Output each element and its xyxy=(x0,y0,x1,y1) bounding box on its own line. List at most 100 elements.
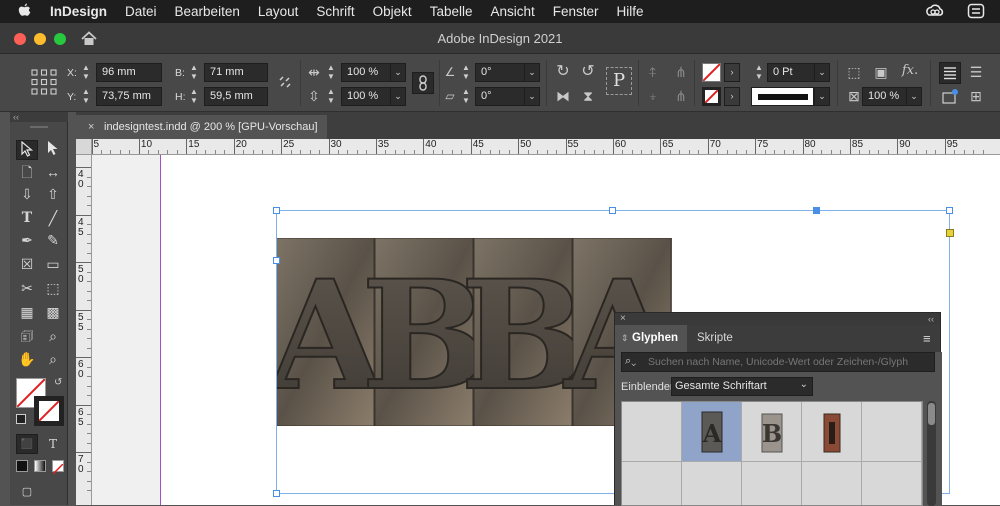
gradient-feather-tool-icon[interactable]: ▩ xyxy=(42,302,64,322)
select-content-icon[interactable]: ⍖ xyxy=(644,87,662,105)
content-aware-fit-icon[interactable] xyxy=(941,88,959,106)
menu-bearbeiten[interactable]: Bearbeiten xyxy=(166,4,249,19)
fill-swatch-icon[interactable] xyxy=(702,63,721,82)
swap-fill-stroke-icon[interactable]: ↺ xyxy=(54,378,64,388)
h-stepper[interactable]: ▲ ▼ xyxy=(188,87,200,106)
scale-x-dropdown[interactable]: ⌄ xyxy=(390,63,406,82)
show-dropdown[interactable]: Gesamte Schriftart ⌄ xyxy=(671,377,813,396)
page-tool-icon[interactable]: 🗋 xyxy=(16,162,38,182)
rotate-ccw-icon[interactable]: ↺ xyxy=(578,63,598,81)
menu-hilfe[interactable]: Hilfe xyxy=(608,4,653,19)
search-icon[interactable]: ⌕⌄ xyxy=(625,355,636,368)
shear-stepper[interactable]: ▲ ▼ xyxy=(460,87,472,106)
apply-gradient-icon[interactable] xyxy=(34,460,46,472)
opacity-field[interactable]: 100 % xyxy=(862,87,907,106)
menu-objekt[interactable]: Objekt xyxy=(364,4,421,19)
stroke-weight-field[interactable]: 0 Pt xyxy=(767,63,815,82)
corner-options-handle[interactable] xyxy=(946,229,954,237)
shear-dropdown[interactable]: ⌄ xyxy=(524,87,540,106)
stroke-swatch-icon[interactable] xyxy=(702,87,721,106)
x-stepper[interactable]: ▲ ▼ xyxy=(80,63,92,82)
close-tab-icon[interactable]: × xyxy=(88,115,94,139)
tab-skripte[interactable]: Skripte xyxy=(697,325,733,352)
scale-x-stepper[interactable]: ▲ ▼ xyxy=(325,63,337,82)
text-wrap-icon[interactable]: ☰ xyxy=(966,63,986,81)
vertical-ruler[interactable]: 4 0 4 5 5 0 5 5 6 0 6 5 7 0 xyxy=(76,155,92,505)
stroke-dropdown[interactable]: › xyxy=(724,87,740,106)
menu-fenster[interactable]: Fenster xyxy=(544,4,608,19)
pencil-tool-icon[interactable]: ✎ xyxy=(42,230,64,250)
horizontal-ruler[interactable]: 5 10 15 20 25 30 35 40 45 50 55 60 65 70 75 80 85 90 95 xyxy=(92,139,1000,155)
formatting-text-icon[interactable]: T xyxy=(42,434,64,454)
glyph-cell[interactable] xyxy=(802,462,862,505)
glyph-cell[interactable] xyxy=(862,462,922,505)
menu-layout[interactable]: Layout xyxy=(249,4,308,19)
flip-vertical-icon[interactable]: ⧗ xyxy=(578,87,598,105)
scrollbar-thumb[interactable] xyxy=(928,403,935,425)
panel-menu-icon[interactable]: ≡ xyxy=(923,325,931,352)
screen-mode-icon[interactable]: ▢ xyxy=(16,482,38,502)
select-next-icon[interactable]: ⋔ xyxy=(672,87,690,105)
menu-app-name[interactable]: InDesign xyxy=(41,4,116,19)
line-tool-icon[interactable]: ╱ xyxy=(42,208,64,228)
rectangle-tool-icon[interactable]: ▭ xyxy=(42,254,64,274)
glyph-cell[interactable] xyxy=(802,402,862,462)
control-center-icon[interactable] xyxy=(967,3,985,19)
stroke-type-dropdown[interactable]: ⌄ xyxy=(814,87,830,106)
gradient-swatch-tool-icon[interactable]: ▦ xyxy=(16,302,38,322)
glyph-cell[interactable] xyxy=(622,462,682,505)
effects-fx-icon[interactable]: fx. xyxy=(900,62,920,80)
formatting-container-icon[interactable]: ⬛ xyxy=(16,434,38,454)
selection-handle[interactable] xyxy=(273,207,280,214)
select-container-icon[interactable]: ⍏ xyxy=(644,63,662,81)
direct-selection-tool-icon[interactable] xyxy=(42,140,64,160)
reference-point-icon[interactable] xyxy=(30,68,58,96)
type-tool-icon[interactable]: T xyxy=(16,208,38,228)
shear-angle-field[interactable]: 0° xyxy=(475,87,525,106)
rotate-cw-icon[interactable]: ↻ xyxy=(553,63,573,81)
opacity-dropdown[interactable]: ⌄ xyxy=(906,87,922,106)
hand-tool-icon[interactable]: ✋ xyxy=(16,349,38,369)
glyph-grid-scrollbar[interactable] xyxy=(927,401,936,506)
selection-handle-active[interactable] xyxy=(813,207,820,214)
flip-horizontal-icon[interactable]: ⧓ xyxy=(553,87,573,105)
free-transform-tool-icon[interactable]: ⬚ xyxy=(42,278,64,298)
link-scale-icon[interactable] xyxy=(412,72,434,94)
corner-options-icon[interactable]: ⬚ xyxy=(845,63,863,81)
default-colors-icon[interactable] xyxy=(16,414,26,424)
scissors-tool-icon[interactable]: ✂ xyxy=(16,278,38,298)
width-field[interactable]: 71 mm xyxy=(204,63,268,82)
content-placer-icon[interactable]: ⇧ xyxy=(42,184,64,204)
rotation-dropdown[interactable]: ⌄ xyxy=(524,63,540,82)
glyph-cell[interactable] xyxy=(622,402,682,462)
collapse-panel-icon[interactable]: ‹‹ xyxy=(928,313,934,325)
y-position-field[interactable]: 73,75 mm xyxy=(96,87,162,106)
gap-tool-icon[interactable]: ↔ xyxy=(42,162,64,182)
fill-dropdown[interactable]: › xyxy=(724,63,740,82)
stroke-color-icon[interactable] xyxy=(34,396,64,426)
p-reference-icon[interactable]: P xyxy=(606,67,632,95)
apply-color-icon[interactable] xyxy=(16,460,28,472)
menu-schrift[interactable]: Schrift xyxy=(307,4,363,19)
eyedropper-tool-icon[interactable]: ⌕ xyxy=(42,326,64,346)
stroke-weight-stepper[interactable]: ▲ ▼ xyxy=(753,63,765,82)
content-collector-icon[interactable]: ⇩ xyxy=(16,184,38,204)
glyph-cell[interactable]: B xyxy=(742,402,802,462)
tools-collapse-icon[interactable]: ‹‹ xyxy=(10,112,68,122)
glyph-cell[interactable] xyxy=(682,462,742,505)
menu-ansicht[interactable]: Ansicht xyxy=(481,4,543,19)
fit-frame-icon[interactable]: ⊞ xyxy=(966,87,986,105)
rectangle-frame-tool-icon[interactable]: ☒ xyxy=(16,254,38,274)
glyph-cell[interactable] xyxy=(742,462,802,505)
apply-none-icon[interactable] xyxy=(52,460,64,475)
menu-tabelle[interactable]: Tabelle xyxy=(421,4,482,19)
tab-glyphen[interactable]: Glyphen xyxy=(632,325,678,352)
scale-x-field[interactable]: 100 % xyxy=(341,63,391,82)
glyph-search-input[interactable]: Suchen nach Name, Unicode-Wert oder Zeic… xyxy=(621,352,935,372)
selection-handle[interactable] xyxy=(273,490,280,497)
note-tool-icon[interactable]: 🗊 xyxy=(16,326,38,346)
selection-handle[interactable] xyxy=(609,207,616,214)
document-tab[interactable]: × indesigntest.indd @ 200 % [GPU-Vorscha… xyxy=(76,115,327,139)
glyph-cell[interactable] xyxy=(862,402,922,462)
close-panel-icon[interactable]: × xyxy=(620,313,626,325)
